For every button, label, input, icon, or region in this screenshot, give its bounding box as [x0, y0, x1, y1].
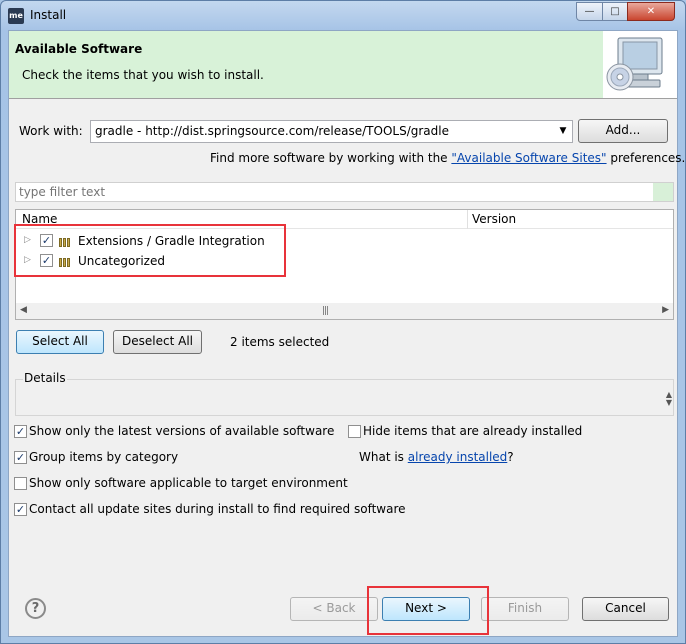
details-label: Details: [23, 371, 67, 385]
group-by-category-label: Group items by category: [29, 450, 179, 464]
already-installed-link[interactable]: already installed: [408, 450, 508, 464]
details-group: Details ▲ ▼: [15, 371, 674, 416]
window-title: Install: [30, 8, 67, 22]
target-env-label: Show only software applicable to target …: [29, 476, 348, 490]
add-site-button[interactable]: Add...: [578, 119, 668, 143]
annotation-highlight-items: [14, 224, 286, 277]
chevron-down-icon[interactable]: ▼: [556, 123, 570, 140]
back-button[interactable]: < Back: [290, 597, 378, 621]
scroll-right-icon[interactable]: ▶: [662, 305, 669, 315]
details-frame: [15, 379, 674, 416]
annotation-highlight-next: [367, 586, 489, 635]
app-logo-icon: me: [8, 8, 24, 24]
select-all-button[interactable]: Select All: [16, 330, 104, 354]
hide-installed-label: Hide items that are already installed: [363, 424, 583, 438]
details-scroll-icon[interactable]: ▲ ▼: [666, 391, 672, 407]
contact-sites-checkbox[interactable]: ✓: [14, 503, 27, 516]
what-is-prefix: What is: [359, 450, 408, 464]
hide-installed-checkbox[interactable]: [348, 425, 361, 438]
maximize-button[interactable]: □: [602, 2, 628, 21]
what-is-suffix: ?: [507, 450, 514, 464]
selection-status: 2 items selected: [230, 335, 330, 349]
clear-filter-icon[interactable]: [653, 183, 673, 201]
cancel-button[interactable]: Cancel: [582, 597, 669, 621]
page-title: Available Software: [15, 42, 143, 56]
sites-prefix: Find more software by working with the: [210, 151, 452, 165]
work-with-value: gradle - http://dist.springsource.com/re…: [95, 124, 449, 138]
sites-line: Find more software by working with the "…: [210, 151, 685, 165]
what-is-installed-text: What is already installed?: [359, 450, 514, 464]
horizontal-scrollbar[interactable]: ◀ ||| ▶: [16, 303, 673, 319]
wizard-header: Available Software Check the items that …: [9, 31, 677, 99]
column-divider: [467, 210, 468, 229]
target-env-checkbox[interactable]: [14, 477, 27, 490]
work-with-label: Work with:: [19, 124, 83, 138]
group-by-category-checkbox[interactable]: ✓: [14, 451, 27, 464]
available-sites-link[interactable]: "Available Software Sites": [451, 151, 606, 165]
contact-sites-label: Contact all update sites during install …: [29, 502, 406, 516]
latest-versions-label: Show only the latest versions of availab…: [29, 424, 335, 438]
latest-versions-checkbox[interactable]: ✓: [14, 425, 27, 438]
dialog-body: Available Software Check the items that …: [8, 30, 685, 637]
deselect-all-button[interactable]: Deselect All: [113, 330, 202, 354]
help-icon[interactable]: ?: [25, 598, 46, 619]
install-window: me Install — □ ✕ Available Software Chec…: [0, 0, 686, 644]
header-banner: Available Software Check the items that …: [9, 31, 603, 98]
close-button[interactable]: ✕: [627, 2, 675, 21]
finish-button[interactable]: Finish: [481, 597, 569, 621]
filter-box: [15, 182, 674, 202]
sites-suffix: preferences.: [606, 151, 686, 165]
install-computer-icon: [604, 33, 670, 97]
scrollbar-grip[interactable]: |||: [322, 306, 329, 316]
page-description: Check the items that you wish to install…: [22, 68, 264, 82]
minimize-button[interactable]: —: [576, 2, 603, 21]
scroll-left-icon[interactable]: ◀: [20, 305, 27, 315]
filter-input[interactable]: [17, 183, 651, 201]
column-version[interactable]: Version: [472, 212, 516, 226]
title-bar: me Install — □ ✕: [1, 1, 685, 31]
work-with-combo[interactable]: gradle - http://dist.springsource.com/re…: [90, 120, 573, 143]
